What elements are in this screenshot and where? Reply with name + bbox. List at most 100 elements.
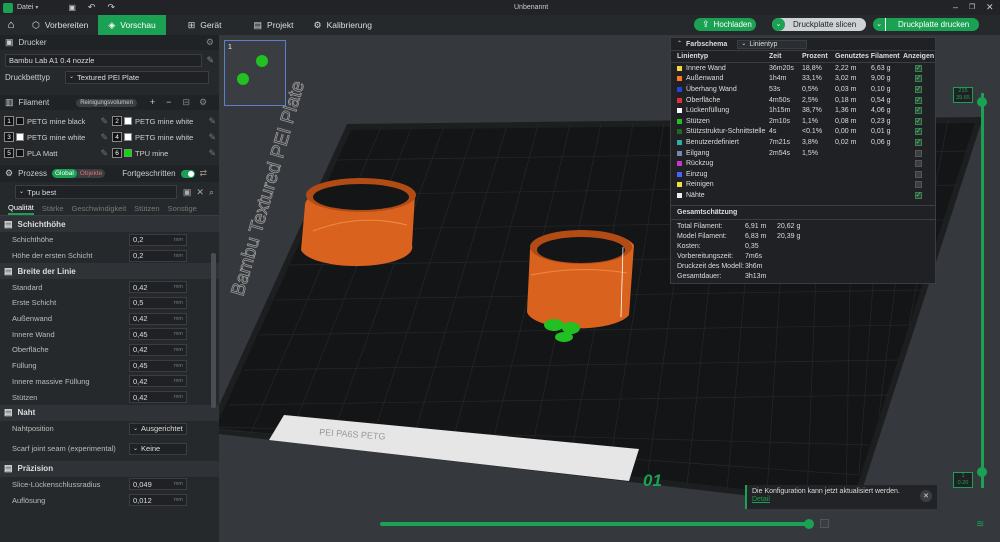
close-icon[interactable]: ✕	[196, 187, 204, 197]
add-icon[interactable]: +	[150, 98, 155, 107]
sync-icon[interactable]: ⊟	[182, 98, 190, 107]
compare-icon[interactable]: ⇄	[200, 169, 208, 178]
category-line-width[interactable]: ▤ Breite der Linie	[0, 263, 219, 280]
parameter-input[interactable]: 0,42 mm	[129, 312, 187, 325]
notification-detail-link[interactable]: Detail	[752, 496, 932, 503]
show-checkbox[interactable]	[914, 96, 922, 104]
tab-calibration[interactable]: ⚙ Kalibrierung	[304, 15, 382, 35]
edit-icon[interactable]: ✎	[206, 56, 214, 65]
subtab-3[interactable]: Stützen	[134, 204, 159, 213]
subtab-0[interactable]: Qualität	[8, 203, 34, 215]
subtab-2[interactable]: Geschwindigkeit	[72, 204, 127, 213]
category-seam[interactable]: ▤ Naht	[0, 404, 219, 421]
remove-icon[interactable]: −	[166, 98, 171, 107]
filament-slot[interactable]: 5 PLA Matt ✎	[4, 146, 112, 160]
purge-volume-button[interactable]: Reinigungsvolumen	[76, 98, 137, 107]
edit-icon[interactable]: ✎	[100, 148, 108, 158]
gear-icon[interactable]: ⚙	[206, 38, 214, 47]
parameter-input[interactable]: 0,012 mm	[129, 494, 187, 507]
parameter-input[interactable]: 0,42 mm	[129, 391, 187, 404]
filament-color-swatch[interactable]	[124, 133, 132, 141]
parameter-input[interactable]: 0,42 mm	[129, 281, 187, 294]
redo-icon[interactable]: ↷	[107, 3, 115, 12]
filament-color-swatch[interactable]	[124, 149, 132, 157]
gear-icon[interactable]: ⚙	[199, 98, 207, 107]
layer-slider[interactable]	[981, 93, 984, 488]
parameter-input[interactable]: 0,2 mm	[129, 233, 187, 246]
filament-slot[interactable]: 3 PETG mine white ✎	[4, 130, 112, 144]
category-layer-height[interactable]: ▤ Schichthöhe	[0, 216, 219, 232]
tab-device[interactable]: ⊞ Gerät	[178, 15, 232, 35]
search-icon[interactable]: ⌕	[209, 187, 214, 197]
color-scheme-select[interactable]: ⌄ Linientyp	[737, 39, 808, 49]
filament-color-swatch[interactable]	[124, 117, 132, 125]
seam-position-select[interactable]: ⌄ Ausgerichtet	[129, 422, 187, 435]
filament-slot[interactable]: 2 PETG mine white ✎	[112, 114, 219, 128]
minimize-icon[interactable]: –	[953, 3, 958, 12]
tab-preview[interactable]: ◈ Vorschau	[98, 15, 166, 35]
subtab-1[interactable]: Stärke	[42, 204, 64, 213]
edit-icon[interactable]: ✎	[208, 116, 216, 126]
edit-icon[interactable]: ✎	[100, 116, 108, 126]
filament-color-swatch[interactable]	[16, 133, 24, 141]
restore-icon[interactable]: ❐	[969, 4, 975, 11]
show-checkbox[interactable]	[914, 127, 922, 136]
parameter-input[interactable]: 0,42 mm	[129, 343, 187, 356]
process-preset-select[interactable]: ⌄ Tpu best	[15, 185, 177, 199]
undo-icon[interactable]: ↶	[88, 3, 96, 12]
sidebar-scrollbar[interactable]	[211, 253, 216, 408]
show-checkbox[interactable]	[914, 191, 922, 199]
global-toggle[interactable]: Global Objekte	[51, 169, 106, 178]
filament-slot[interactable]: 4 PETG mine white ✎	[112, 130, 219, 144]
filament-color-swatch[interactable]	[16, 149, 24, 157]
close-icon[interactable]: ✕	[920, 490, 932, 502]
show-checkbox[interactable]	[914, 160, 922, 168]
show-checkbox[interactable]	[914, 106, 922, 115]
collapse-icon[interactable]: ⌃	[677, 41, 682, 47]
printer-select[interactable]: Bambu Lab A1 0.4 nozzle	[5, 54, 203, 67]
parameter-input[interactable]: 0,42 mm	[129, 375, 187, 388]
upload-button[interactable]: ⇪ Hochladen	[694, 18, 756, 31]
filament-slot[interactable]: 1 PETG mine black ✎	[4, 114, 112, 128]
layer-bottom-handle[interactable]	[977, 467, 987, 477]
show-checkbox[interactable]	[914, 117, 922, 125]
subtab-4[interactable]: Sonstige	[168, 204, 197, 213]
parameter-input[interactable]: 0,45 mm	[129, 328, 187, 341]
save-preset-icon[interactable]: ▣	[183, 187, 192, 197]
file-menu[interactable]: Datei	[17, 4, 33, 11]
show-checkbox[interactable]	[914, 170, 922, 178]
printer-section-header[interactable]: ▣ Drucker ⚙	[0, 35, 219, 50]
bed-type-select[interactable]: ⌄ Textured PEI Plate	[65, 70, 209, 84]
tab-project[interactable]: ▤ Projekt	[244, 15, 304, 35]
save-icon[interactable]: ▣	[68, 3, 76, 12]
print-plate-button[interactable]: ⌄ Druckplatte drucken	[873, 18, 979, 31]
parameter-input[interactable]: 0,2 mm	[129, 249, 187, 262]
layer-top-handle[interactable]	[977, 97, 987, 107]
layers-stack-icon[interactable]: ≋	[976, 520, 984, 530]
edit-icon[interactable]: ✎	[100, 132, 108, 142]
show-checkbox[interactable]	[914, 85, 922, 93]
edit-icon[interactable]: ✎	[208, 148, 216, 158]
scarf-seam-select[interactable]: ⌄ Keine	[129, 442, 187, 455]
filament-section-header[interactable]: ▥ Filament Reinigungsvolumen + − ⊟ ⚙	[0, 95, 219, 110]
parameter-input[interactable]: 0,049 mm	[129, 478, 187, 491]
show-checkbox[interactable]	[914, 64, 922, 72]
slice-plate-button[interactable]: ⌄ Druckplatte slicen	[772, 18, 866, 31]
move-slider-end[interactable]	[820, 519, 829, 528]
show-checkbox[interactable]	[914, 138, 922, 146]
show-checkbox[interactable]	[914, 149, 922, 157]
category-precision[interactable]: ▤ Präzision	[0, 460, 219, 477]
filament-slot[interactable]: 6 TPU mine ✎	[112, 146, 219, 160]
show-checkbox[interactable]	[914, 74, 922, 83]
advanced-switch[interactable]	[180, 169, 195, 178]
parameter-input[interactable]: 0,45 mm	[129, 359, 187, 372]
parameter-input[interactable]: 0,5 mm	[129, 296, 187, 309]
plate-thumbnail[interactable]: 1	[224, 40, 286, 106]
close-icon[interactable]: ✕	[986, 3, 994, 12]
edit-icon[interactable]: ✎	[208, 132, 216, 142]
filament-color-swatch[interactable]	[16, 117, 24, 125]
tab-prepare[interactable]: ⬡ Vorbereiten	[22, 15, 98, 35]
home-icon[interactable]: ⌂	[0, 15, 22, 35]
move-slider-handle[interactable]	[804, 519, 814, 529]
show-checkbox[interactable]	[914, 181, 922, 189]
